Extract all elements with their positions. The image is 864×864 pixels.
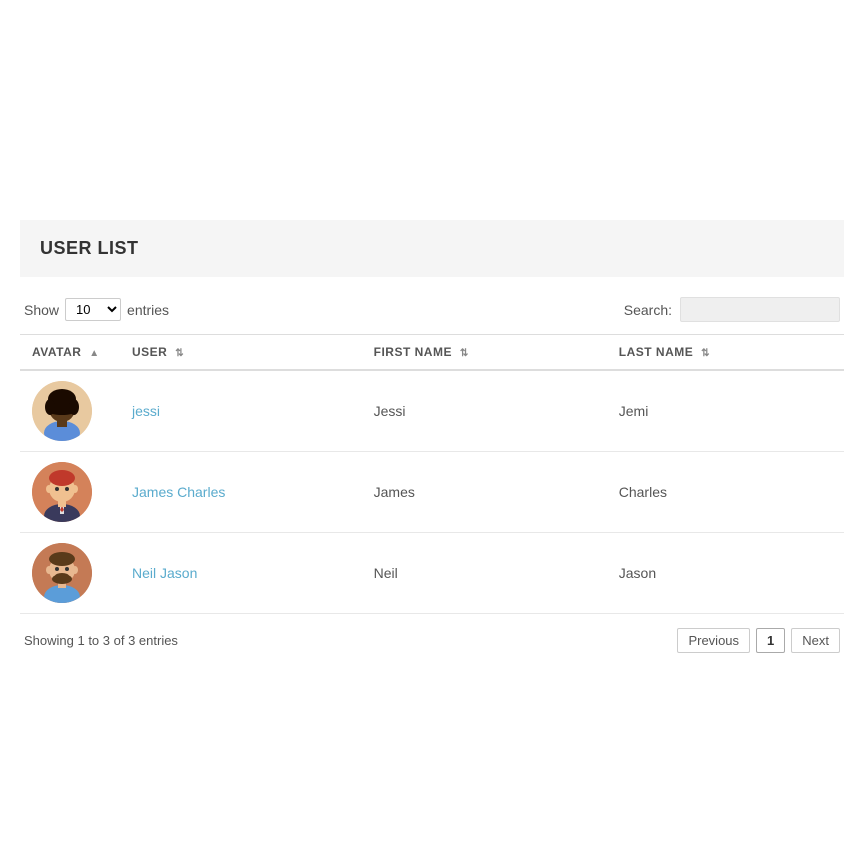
col-user-label: USER xyxy=(132,345,167,359)
col-first-name[interactable]: FIRST NAME xyxy=(362,335,607,371)
search-label: Search: xyxy=(624,302,672,318)
table-controls: Show 10 25 50 100 entries Search: xyxy=(20,297,844,322)
user-sort-icon xyxy=(175,348,184,359)
lastname-sort-icon xyxy=(701,348,710,359)
entries-select[interactable]: 10 25 50 100 xyxy=(65,298,121,321)
page-header: USER LIST xyxy=(20,220,844,277)
avatar-cell-3 xyxy=(20,533,120,614)
table-header-row: AVATAR USER FIRST NAME LAST NAME xyxy=(20,335,844,371)
avatar xyxy=(32,381,92,441)
showing-text: Showing 1 to 3 of 3 entries xyxy=(24,633,178,648)
lastname-cell-1: Jemi xyxy=(607,370,844,452)
lastname-cell-3: Jason xyxy=(607,533,844,614)
lastname-cell-2: Charles xyxy=(607,452,844,533)
avatar xyxy=(32,543,92,603)
firstname-cell-1: Jessi xyxy=(362,370,607,452)
entries-label: entries xyxy=(127,302,169,318)
search-control: Search: xyxy=(624,297,840,322)
user-cell-2[interactable]: James Charles xyxy=(120,452,362,533)
search-input[interactable] xyxy=(680,297,840,322)
previous-button[interactable]: Previous xyxy=(677,628,750,653)
col-avatar-label: AVATAR xyxy=(32,345,81,359)
next-button[interactable]: Next xyxy=(791,628,840,653)
user-table: AVATAR USER FIRST NAME LAST NAME xyxy=(20,334,844,614)
user-cell-1[interactable]: jessi xyxy=(120,370,362,452)
firstname-cell-3: Neil xyxy=(362,533,607,614)
table-row: Neil JasonNeilJason xyxy=(20,533,844,614)
show-entries-control: Show 10 25 50 100 entries xyxy=(24,298,169,321)
page-title: USER LIST xyxy=(40,238,824,259)
firstname-cell-2: James xyxy=(362,452,607,533)
avatar-cell-2 xyxy=(20,452,120,533)
table-row: jessiJessiJemi xyxy=(20,370,844,452)
col-avatar[interactable]: AVATAR xyxy=(20,335,120,371)
col-first-name-label: FIRST NAME xyxy=(374,345,452,359)
user-cell-3[interactable]: Neil Jason xyxy=(120,533,362,614)
page-1-button[interactable]: 1 xyxy=(756,628,785,653)
col-last-name[interactable]: LAST NAME xyxy=(607,335,844,371)
table-footer: Showing 1 to 3 of 3 entries Previous 1 N… xyxy=(20,628,844,653)
avatar-cell-1 xyxy=(20,370,120,452)
col-last-name-label: LAST NAME xyxy=(619,345,694,359)
avatar xyxy=(32,462,92,522)
show-label: Show xyxy=(24,302,59,318)
col-user[interactable]: USER xyxy=(120,335,362,371)
pagination: Previous 1 Next xyxy=(677,628,840,653)
avatar-sort-icon xyxy=(89,348,99,359)
firstname-sort-icon xyxy=(460,348,469,359)
table-row: James CharlesJamesCharles xyxy=(20,452,844,533)
